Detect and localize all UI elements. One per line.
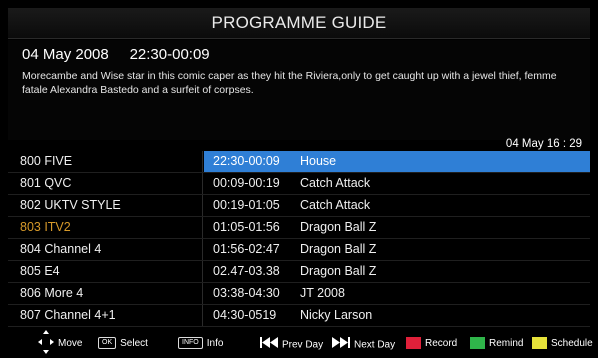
- info-key-icon: INFO: [178, 337, 203, 350]
- programme-title: Catch Attack: [300, 176, 371, 190]
- schedule-hint[interactable]: Schedule: [532, 337, 593, 351]
- channel-row[interactable]: 806 More 4 03:38-04:30 JT 2008: [8, 283, 590, 305]
- select-label: Select: [120, 338, 148, 349]
- programme-title: House: [300, 154, 337, 168]
- channel-row[interactable]: 807 Channel 4+1 04:30-0519 Nicky Larson: [8, 305, 590, 327]
- current-time: 04 May 16 : 29: [505, 138, 582, 150]
- programme-time: 04:30-0519: [213, 308, 277, 322]
- next-day-label: Next Day: [354, 339, 396, 351]
- prev-day-hint[interactable]: Prev Day: [260, 337, 323, 351]
- guide-header: PROGRAMME GUIDE: [8, 8, 590, 39]
- programme-time: 22:30-00:09: [213, 154, 280, 168]
- programme-title: Dragon Ball Z: [300, 242, 377, 256]
- channel-list: 800 FIVE 22:30-00:09 House 801 QVC 00:09…: [8, 151, 590, 329]
- channel-name: 800 FIVE: [8, 151, 203, 172]
- green-key-icon: [470, 337, 485, 350]
- ok-key-icon: OK: [98, 337, 117, 350]
- programme-description: Morecambe and Wise star in this comic ca…: [22, 70, 557, 96]
- channel-row[interactable]: 805 E4 02.47-03.38 Dragon Ball Z: [8, 261, 590, 283]
- info-label: Info: [206, 338, 224, 349]
- key-legend: Move OK Select INFO Info Prev Day Next Day…: [8, 330, 593, 356]
- prev-day-label: Prev Day: [282, 339, 324, 351]
- record-label: Record: [425, 338, 458, 349]
- programme-title: Nicky Larson: [300, 308, 373, 322]
- programme-time: 02.47-03.38: [213, 264, 280, 278]
- channel-name: 806 More 4: [8, 283, 203, 304]
- move-hint: Move: [58, 337, 82, 351]
- next-day-hint[interactable]: Next Day: [332, 337, 395, 351]
- info-hint[interactable]: INFO Info: [178, 337, 223, 351]
- schedule-label: Schedule: [551, 338, 593, 349]
- programme-title: JT 2008: [300, 286, 345, 300]
- channel-name: 807 Channel 4+1: [8, 305, 203, 326]
- channel-name: 804 Channel 4: [8, 239, 203, 260]
- programme-title: Dragon Ball Z: [300, 220, 377, 234]
- programme-time: 01:05-01:56: [213, 220, 280, 234]
- channel-row[interactable]: 804 Channel 4 01:56-02:47 Dragon Ball Z: [8, 239, 590, 261]
- channel-row[interactable]: 802 UKTV STYLE 00:19-01:05 Catch Attack: [8, 195, 590, 217]
- remind-label: Remind: [489, 338, 524, 349]
- programme-title: Dragon Ball Z: [300, 264, 377, 278]
- remind-hint[interactable]: Remind: [470, 337, 523, 351]
- yellow-key-icon: [532, 337, 547, 350]
- channel-name: 801 QVC: [8, 173, 203, 194]
- channel-name: 805 E4: [8, 261, 203, 282]
- channel-row[interactable]: 803 ITV2 01:05-01:56 Dragon Ball Z: [8, 217, 590, 239]
- channel-name: 803 ITV2: [8, 217, 203, 238]
- red-key-icon: [406, 337, 421, 350]
- programme-time: 00:09-00:19: [213, 176, 280, 190]
- programme-time: 00:19-01:05: [213, 198, 280, 212]
- programme-title: Catch Attack: [300, 198, 371, 212]
- channel-name: 802 UKTV STYLE: [8, 195, 203, 216]
- channel-row[interactable]: 801 QVC 00:09-00:19 Catch Attack: [8, 173, 590, 195]
- programme-time: 03:38-04:30: [213, 286, 280, 300]
- programme-info-panel: 04 May 2008 22:30-00:09 Morecambe and Wi…: [8, 40, 590, 140]
- programme-time: 01:56-02:47: [213, 242, 280, 256]
- move-label: Move: [58, 338, 83, 349]
- page-title: PROGRAMME GUIDE: [211, 13, 387, 32]
- skip-back-icon: [260, 337, 278, 353]
- select-hint[interactable]: OK Select: [98, 337, 148, 351]
- epg-screen: PROGRAMME GUIDE 04 May 2008 22:30-00:09 …: [0, 0, 598, 358]
- programme-datetime: 04 May 2008 22:30-00:09: [22, 46, 210, 63]
- channel-row[interactable]: 800 FIVE 22:30-00:09 House: [8, 151, 590, 173]
- dpad-arrows-icon: [38, 330, 54, 354]
- skip-forward-icon: [332, 337, 350, 353]
- record-hint[interactable]: Record: [406, 337, 457, 351]
